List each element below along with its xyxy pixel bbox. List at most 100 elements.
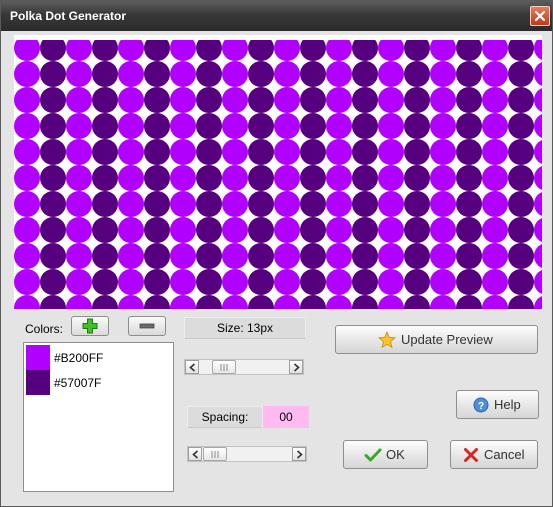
polka-dot: [144, 191, 170, 217]
polka-dot: [456, 87, 482, 113]
size-slider[interactable]: [184, 359, 304, 375]
polka-dot: [144, 61, 170, 87]
polka-dot: [196, 191, 222, 217]
update-preview-button[interactable]: Update Preview: [335, 325, 538, 354]
polka-dot: [118, 61, 144, 87]
polka-dot: [40, 87, 66, 113]
arrow-right-icon: [296, 450, 303, 459]
spacing-slider-right-button[interactable]: [292, 447, 306, 461]
polka-dot: [222, 165, 248, 191]
polka-dot: [456, 165, 482, 191]
polka-dot: [378, 217, 404, 243]
polka-dot: [14, 165, 40, 191]
color-list[interactable]: #B200FF #57007F: [23, 342, 174, 492]
polka-dot: [92, 269, 118, 295]
polka-dot: [274, 217, 300, 243]
polka-dot: [40, 113, 66, 139]
polka-dot: [300, 217, 326, 243]
polka-dot: [118, 269, 144, 295]
color-hex-label: #B200FF: [54, 351, 104, 365]
cancel-label: Cancel: [484, 447, 525, 462]
color-list-item[interactable]: #57007F: [26, 370, 171, 395]
polka-dot: [378, 295, 404, 309]
size-slider-right-button[interactable]: [289, 360, 303, 374]
polka-dot: [92, 87, 118, 113]
add-color-button[interactable]: [71, 316, 109, 336]
remove-color-button[interactable]: [128, 316, 166, 336]
ok-button[interactable]: OK: [343, 440, 428, 469]
color-swatch: [26, 370, 50, 395]
polka-dot: [66, 269, 92, 295]
polka-dot: [404, 191, 430, 217]
polka-dot: [248, 139, 274, 165]
spacing-slider-left-button[interactable]: [188, 447, 202, 461]
arrow-left-icon: [192, 450, 199, 459]
minus-icon: [139, 323, 155, 329]
polka-dot: [196, 113, 222, 139]
polka-dot: [508, 139, 534, 165]
polka-dot: [222, 113, 248, 139]
polka-dot: [430, 87, 456, 113]
color-hex-label: #57007F: [54, 376, 102, 390]
polka-dot: [248, 87, 274, 113]
polka-dot: [92, 165, 118, 191]
polka-dot: [430, 269, 456, 295]
polka-dot: [430, 113, 456, 139]
title-bar: Polka Dot Generator: [1, 1, 552, 31]
polka-dot: [196, 243, 222, 269]
polka-dot: [274, 165, 300, 191]
size-slider-thumb[interactable]: [212, 360, 236, 374]
pattern-preview: [14, 35, 542, 309]
size-slider-left-button[interactable]: [185, 360, 199, 374]
polka-dot: [118, 217, 144, 243]
polka-dot: [196, 269, 222, 295]
polka-dot: [300, 87, 326, 113]
polka-dot: [92, 217, 118, 243]
close-button[interactable]: [530, 6, 550, 26]
polka-dot: [456, 139, 482, 165]
polka-dot: [430, 191, 456, 217]
polka-dot: [40, 295, 66, 309]
svg-text:?: ?: [478, 401, 484, 412]
polka-dot: [482, 113, 508, 139]
size-label-text: Size: 13px: [216, 321, 274, 335]
polka-dot: [40, 191, 66, 217]
polka-dot: [248, 295, 274, 309]
help-button[interactable]: ? Help: [456, 390, 539, 419]
color-list-item[interactable]: #B200FF: [26, 345, 171, 370]
polka-dot: [534, 140, 542, 164]
polka-dot: [352, 243, 378, 269]
polka-dot: [66, 191, 92, 217]
plus-icon: [82, 318, 98, 334]
polka-dot: [326, 61, 352, 87]
polka-dot: [144, 165, 170, 191]
polka-dot: [326, 217, 352, 243]
polka-dot: [14, 191, 40, 217]
polka-dot: [326, 295, 352, 309]
spacing-slider-thumb[interactable]: [203, 447, 227, 461]
polka-dot: [534, 166, 542, 190]
polka-dot: [456, 61, 482, 87]
polka-dot: [378, 165, 404, 191]
polka-dot: [92, 243, 118, 269]
polka-dot: [144, 269, 170, 295]
polka-dot: [352, 165, 378, 191]
polka-dot: [456, 191, 482, 217]
polka-dot: [482, 165, 508, 191]
polka-dot: [404, 139, 430, 165]
polka-dot: [482, 191, 508, 217]
spacing-value-field[interactable]: 00: [263, 406, 309, 428]
polka-dot: [118, 139, 144, 165]
polka-dot: [14, 113, 40, 139]
polka-dot: [66, 61, 92, 87]
cancel-button[interactable]: Cancel: [450, 440, 538, 469]
polka-dot: [300, 139, 326, 165]
polka-dot: [274, 269, 300, 295]
polka-dot: [196, 87, 222, 113]
grip-icon: [211, 451, 219, 458]
polka-dot: [456, 243, 482, 269]
polka-dot: [170, 165, 196, 191]
spacing-slider[interactable]: [187, 446, 307, 462]
polka-dot: [14, 87, 40, 113]
polka-dot: [352, 217, 378, 243]
